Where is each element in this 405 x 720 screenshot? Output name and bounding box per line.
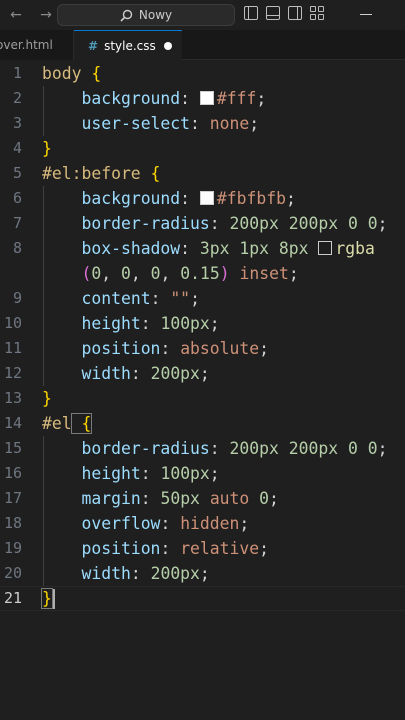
line-number: 4 bbox=[12, 139, 22, 157]
search-icon bbox=[120, 9, 133, 22]
command-center-search[interactable]: Nowy bbox=[57, 4, 235, 26]
arrow-right-icon[interactable]: → bbox=[38, 7, 54, 23]
code-line: 10 height: 100px; bbox=[0, 311, 405, 336]
code-line: 9 content: ""; bbox=[0, 286, 405, 311]
line-number: 9 bbox=[12, 289, 22, 307]
code-line: 5 #el:before { bbox=[0, 161, 405, 186]
code-line: 13 } bbox=[0, 386, 405, 411]
line-number: 18 bbox=[3, 514, 22, 532]
line-number: 8 bbox=[12, 239, 22, 257]
code-line: 18 overflow: hidden; bbox=[0, 511, 405, 536]
color-swatch[interactable] bbox=[199, 191, 214, 205]
title-bar: ← → Nowy bbox=[0, 0, 405, 30]
line-number: 11 bbox=[3, 339, 22, 357]
code-line: 12 width: 200px; bbox=[0, 361, 405, 386]
code-editor[interactable]: 1 body { 2 background: #fff; 3 user-sele… bbox=[0, 61, 405, 720]
css-file-icon: # bbox=[88, 38, 99, 53]
toggle-secondary-sidebar-icon[interactable] bbox=[288, 6, 302, 20]
tab-over-html[interactable]: over.html bbox=[0, 30, 74, 60]
code-line: 19 position: relative; bbox=[0, 536, 405, 561]
line-number: 6 bbox=[12, 189, 22, 207]
code-line: 3 user-select: none; bbox=[0, 111, 405, 136]
code-line-current: 21 } bbox=[0, 586, 405, 611]
line-number: 16 bbox=[3, 464, 22, 482]
line-number: 12 bbox=[3, 364, 22, 382]
line-number: 3 bbox=[12, 114, 22, 132]
code-line: 7 border-radius: 200px 200px 0 0; bbox=[0, 211, 405, 236]
minimize-icon[interactable] bbox=[360, 14, 372, 15]
code-line: 1 body { bbox=[0, 61, 405, 86]
line-number: 10 bbox=[3, 314, 22, 332]
line-number: 19 bbox=[3, 539, 22, 557]
window-controls bbox=[360, 5, 372, 15]
text-cursor bbox=[53, 589, 55, 609]
code-line: 20 width: 200px; bbox=[0, 561, 405, 586]
code-line: 17 margin: 50px auto 0; bbox=[0, 486, 405, 511]
toggle-primary-sidebar-icon[interactable] bbox=[244, 6, 258, 20]
tab-label: style.css bbox=[104, 38, 156, 53]
code-line: 11 position: absolute; bbox=[0, 336, 405, 361]
navigation-controls: ← → bbox=[0, 7, 54, 23]
toggle-panel-icon[interactable] bbox=[266, 6, 280, 20]
code-line: 15 border-radius: 200px 200px 0 0; bbox=[0, 436, 405, 461]
unsaved-dot-icon[interactable] bbox=[164, 42, 172, 50]
code-line: 2 background: #fff; bbox=[0, 86, 405, 111]
tab-label: over.html bbox=[0, 38, 53, 52]
line-number: 13 bbox=[3, 389, 22, 407]
line-number: 2 bbox=[12, 89, 22, 107]
code-line: 6 background: #fbfbfb; bbox=[0, 186, 405, 211]
color-swatch[interactable] bbox=[199, 91, 214, 105]
customize-layout-icon[interactable] bbox=[310, 6, 324, 20]
search-label: Nowy bbox=[138, 8, 173, 22]
tab-style-css[interactable]: # style.css bbox=[74, 30, 182, 60]
layout-controls bbox=[244, 6, 324, 20]
line-number: 15 bbox=[3, 439, 22, 457]
code-line-wrapped: (0, 0, 0, 0.15) inset; bbox=[81, 264, 299, 283]
editor-tab-bar: over.html # style.css bbox=[0, 30, 405, 60]
code-line: 8 box-shadow: 3px 1px 8px rgba bbox=[0, 236, 405, 261]
color-swatch[interactable] bbox=[318, 241, 333, 255]
line-number: 20 bbox=[3, 564, 22, 582]
line-number: 5 bbox=[12, 164, 22, 182]
line-number: 14 bbox=[3, 414, 22, 432]
code-line: 4 } bbox=[0, 136, 405, 161]
arrow-left-icon[interactable]: ← bbox=[8, 7, 24, 23]
line-number: 1 bbox=[12, 64, 22, 82]
code-line: 14 #el { bbox=[0, 411, 405, 436]
line-number: 21 bbox=[3, 589, 22, 607]
code-line: 16 height: 100px; bbox=[0, 461, 405, 486]
line-number: 7 bbox=[12, 214, 22, 232]
line-number: 17 bbox=[3, 489, 22, 507]
